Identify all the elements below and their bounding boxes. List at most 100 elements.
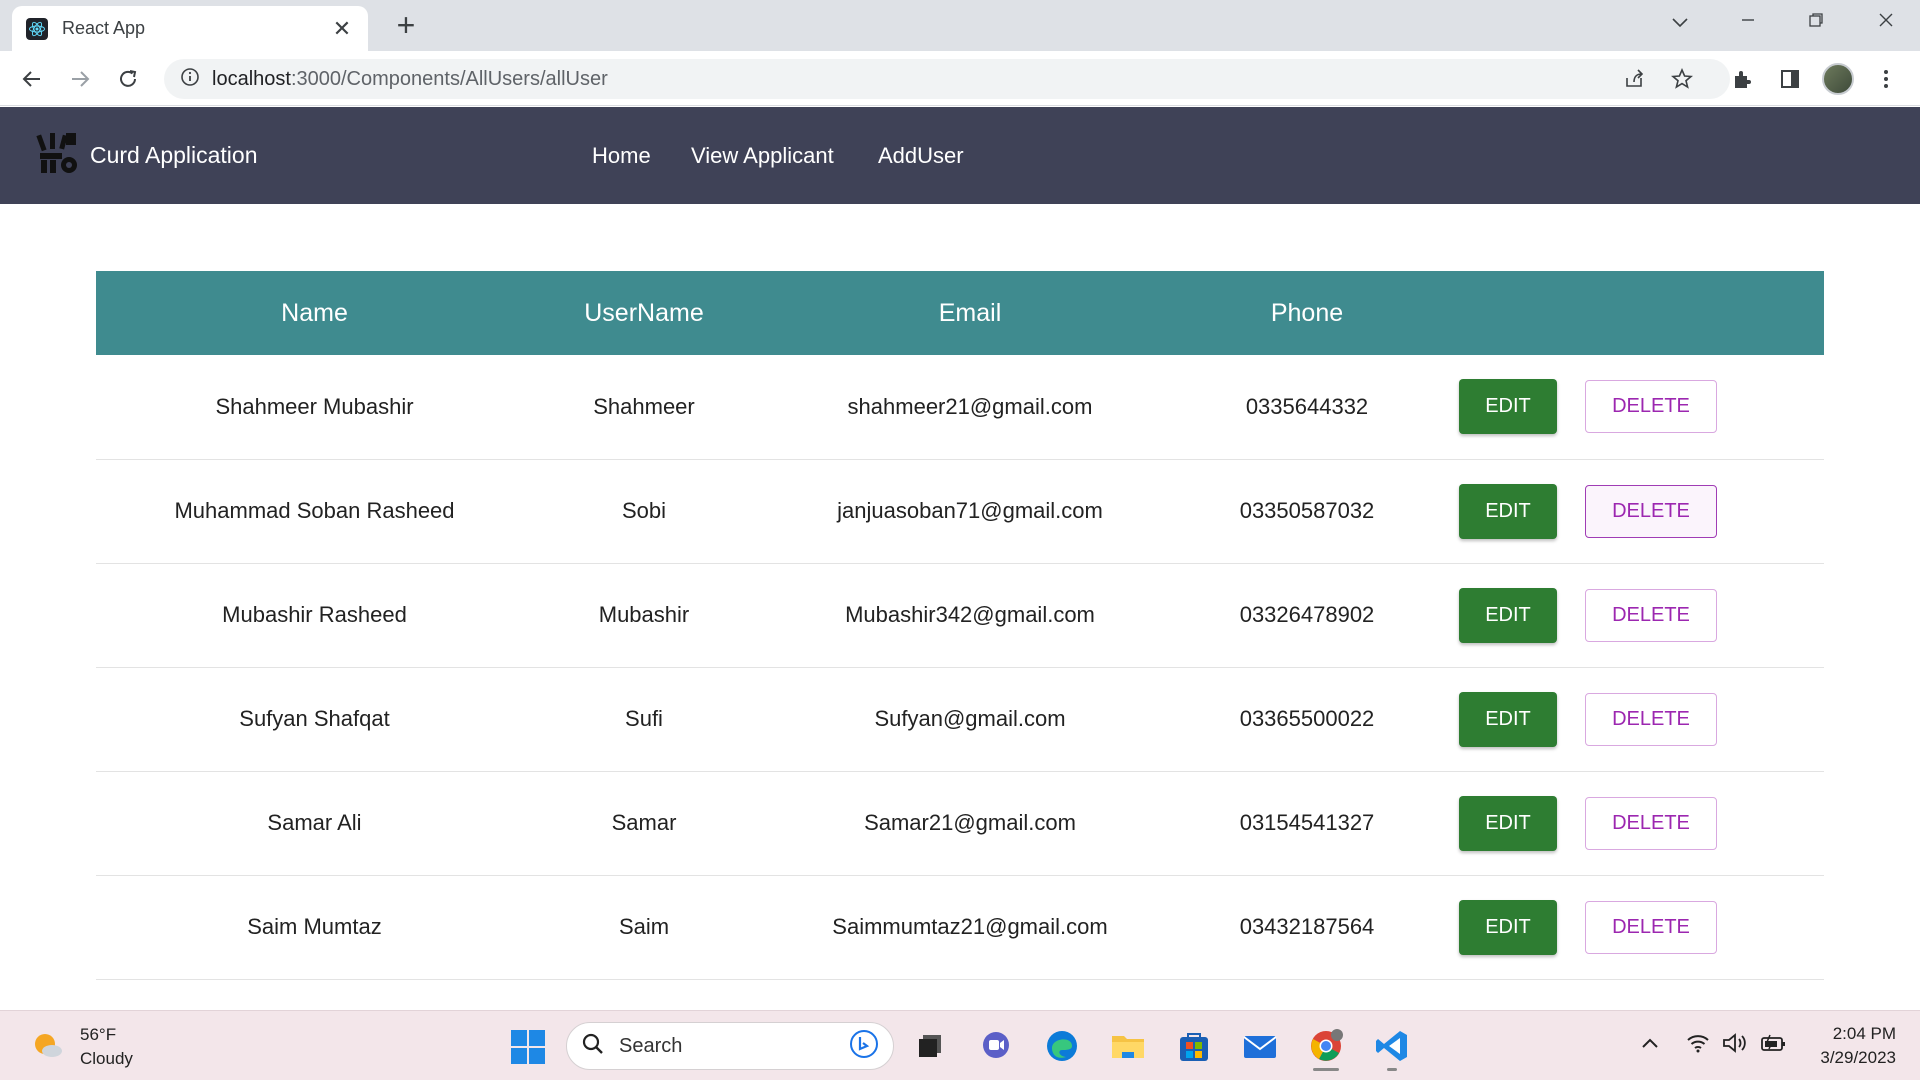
cell-username: Saim <box>618 914 670 939</box>
vscode-icon[interactable] <box>1372 1026 1412 1066</box>
chrome-icon[interactable] <box>1306 1026 1346 1066</box>
taskbar: 56°F Cloudy Search 2:04 PM 3/29/2023 <box>0 1010 1920 1080</box>
table-row: Samar Ali Samar Samar21@gmail.com 031545… <box>96 771 1824 875</box>
header-phone: Phone <box>1270 298 1344 327</box>
minimize-icon[interactable] <box>1728 6 1768 38</box>
cell-actions: EDIT DELETE <box>1429 771 1824 875</box>
edit-button[interactable]: EDIT <box>1459 691 1557 747</box>
windows-start-icon[interactable] <box>510 1029 546 1070</box>
search-icon <box>581 1032 605 1061</box>
table-row: Saim Mumtaz Saim Saimmumtaz21@gmail.com … <box>96 875 1824 979</box>
new-tab-button[interactable]: + <box>390 9 422 42</box>
browser-toolbar: localhost:3000/Components/AllUsers/allUs… <box>0 51 1920 106</box>
tab-search-icon[interactable] <box>1660 6 1700 38</box>
cell-email: Saimmumtaz21@gmail.com <box>832 914 1108 939</box>
volume-icon[interactable] <box>1722 1033 1748 1059</box>
cell-username: Sobi <box>621 498 667 523</box>
url-path: :3000/Components/AllUsers/allUser <box>290 67 608 90</box>
delete-button[interactable]: DELETE <box>1585 900 1717 954</box>
system-clock[interactable]: 2:04 PM 3/29/2023 <box>1806 1022 1896 1070</box>
store-icon[interactable] <box>1174 1026 1214 1066</box>
edit-button[interactable]: EDIT <box>1459 483 1557 539</box>
restore-icon[interactable] <box>1796 6 1836 38</box>
edit-button[interactable]: EDIT <box>1459 379 1557 435</box>
weather-temperature: 56°F <box>80 1025 117 1044</box>
cell-username: Shahmeer <box>593 393 695 419</box>
weather-widget[interactable]: 56°F Cloudy <box>30 1023 133 1071</box>
edit-button[interactable]: EDIT <box>1459 795 1557 851</box>
weather-icon <box>30 1027 66 1068</box>
cell-name: Shahmeer Mubashir <box>215 393 414 419</box>
delete-button[interactable]: DELETE <box>1585 692 1717 746</box>
tab-close-icon[interactable]: ✕ <box>330 16 354 42</box>
cell-phone: 0335644332 <box>1245 393 1369 419</box>
share-icon[interactable] <box>1618 63 1650 95</box>
chevron-up-icon[interactable] <box>1640 1033 1660 1056</box>
star-icon[interactable] <box>1666 63 1698 95</box>
cell-phone: 03154541327 <box>1239 810 1375 835</box>
cell-username: Mubashir <box>598 602 690 627</box>
table-row: Muhammad Soban Rasheed Sobi janjuasoban7… <box>96 459 1824 563</box>
close-window-icon[interactable] <box>1866 6 1906 38</box>
url-host: localhost <box>212 67 291 90</box>
header-actions <box>1429 271 1824 355</box>
cell-phone: 03432187564 <box>1239 914 1375 939</box>
bing-icon[interactable] <box>849 1029 879 1064</box>
clock-time: 2:04 PM <box>1832 1024 1896 1043</box>
nav-link-add-user[interactable]: AddUser <box>878 143 964 169</box>
kebab-menu-icon[interactable] <box>1870 63 1902 95</box>
cell-email: Sufyan@gmail.com <box>874 706 1066 731</box>
cell-actions: EDIT DELETE <box>1429 667 1824 771</box>
sidepanel-icon[interactable] <box>1774 63 1806 95</box>
profile-avatar[interactable] <box>1822 63 1854 95</box>
brand[interactable]: Curd Application <box>36 131 258 180</box>
edit-button[interactable]: EDIT <box>1459 587 1557 643</box>
cell-name: Saim Mumtaz <box>247 914 382 939</box>
mail-icon[interactable] <box>1240 1026 1280 1066</box>
extensions-icon[interactable] <box>1726 63 1758 95</box>
cell-username: Sufi <box>625 706 663 731</box>
forward-arrow-icon[interactable] <box>64 63 96 95</box>
vscode-running-indicator <box>1387 1068 1397 1071</box>
table-row: Sufyan Shafqat Sufi Sufyan@gmail.com 033… <box>96 667 1824 771</box>
header-name: Name <box>281 298 348 327</box>
explorer-icon[interactable] <box>1108 1026 1148 1066</box>
taskview-icon[interactable] <box>910 1026 950 1066</box>
address-bar[interactable]: localhost:3000/Components/AllUsers/allUs… <box>164 59 1730 99</box>
cell-email: Samar21@gmail.com <box>864 810 1076 835</box>
cell-actions: EDIT DELETE <box>1429 355 1824 459</box>
tab-title: React App <box>62 18 146 38</box>
nav-link-home[interactable]: Home <box>592 143 651 169</box>
back-arrow-icon[interactable] <box>16 63 48 95</box>
header-username: UserName <box>584 298 704 327</box>
cell-name: Samar Ali <box>267 810 362 835</box>
search-label: Search <box>619 1034 683 1057</box>
delete-button[interactable]: DELETE <box>1585 380 1717 434</box>
browser-tab[interactable]: React App ✕ <box>12 6 368 51</box>
battery-icon[interactable] <box>1760 1033 1788 1059</box>
cell-phone: 03350587032 <box>1239 498 1375 523</box>
clock-date: 3/29/2023 <box>1820 1048 1896 1067</box>
weather-condition: Cloudy <box>80 1049 133 1068</box>
users-table: Name UserName Email Phone Shahmeer Mubas… <box>96 271 1824 980</box>
delete-button[interactable]: DELETE <box>1585 588 1717 642</box>
taskbar-search[interactable]: Search <box>566 1022 894 1070</box>
info-icon[interactable] <box>180 67 200 92</box>
cell-name: Sufyan Shafqat <box>239 706 390 731</box>
chat-icon[interactable] <box>976 1026 1016 1066</box>
edit-button[interactable]: EDIT <box>1459 899 1557 955</box>
delete-button[interactable]: DELETE <box>1585 796 1717 850</box>
cell-name: Muhammad Soban Rasheed <box>174 498 455 523</box>
cell-actions: EDIT DELETE <box>1429 459 1824 563</box>
brand-title: Curd Application <box>90 142 258 168</box>
nav-link-view-applicant[interactable]: View Applicant <box>691 143 834 169</box>
wifi-icon[interactable] <box>1686 1033 1710 1059</box>
reload-icon[interactable] <box>112 63 144 95</box>
header-email: Email <box>938 298 1002 327</box>
table-row: Mubashir Rasheed Mubashir Mubashir342@gm… <box>96 563 1824 667</box>
cell-email: Mubashir342@gmail.com <box>845 602 1095 627</box>
edge-icon[interactable] <box>1042 1026 1082 1066</box>
react-favicon-icon <box>26 17 48 40</box>
delete-button[interactable]: DELETE <box>1585 484 1717 538</box>
app-navbar: Curd Application Home View Applicant Add… <box>0 107 1920 204</box>
